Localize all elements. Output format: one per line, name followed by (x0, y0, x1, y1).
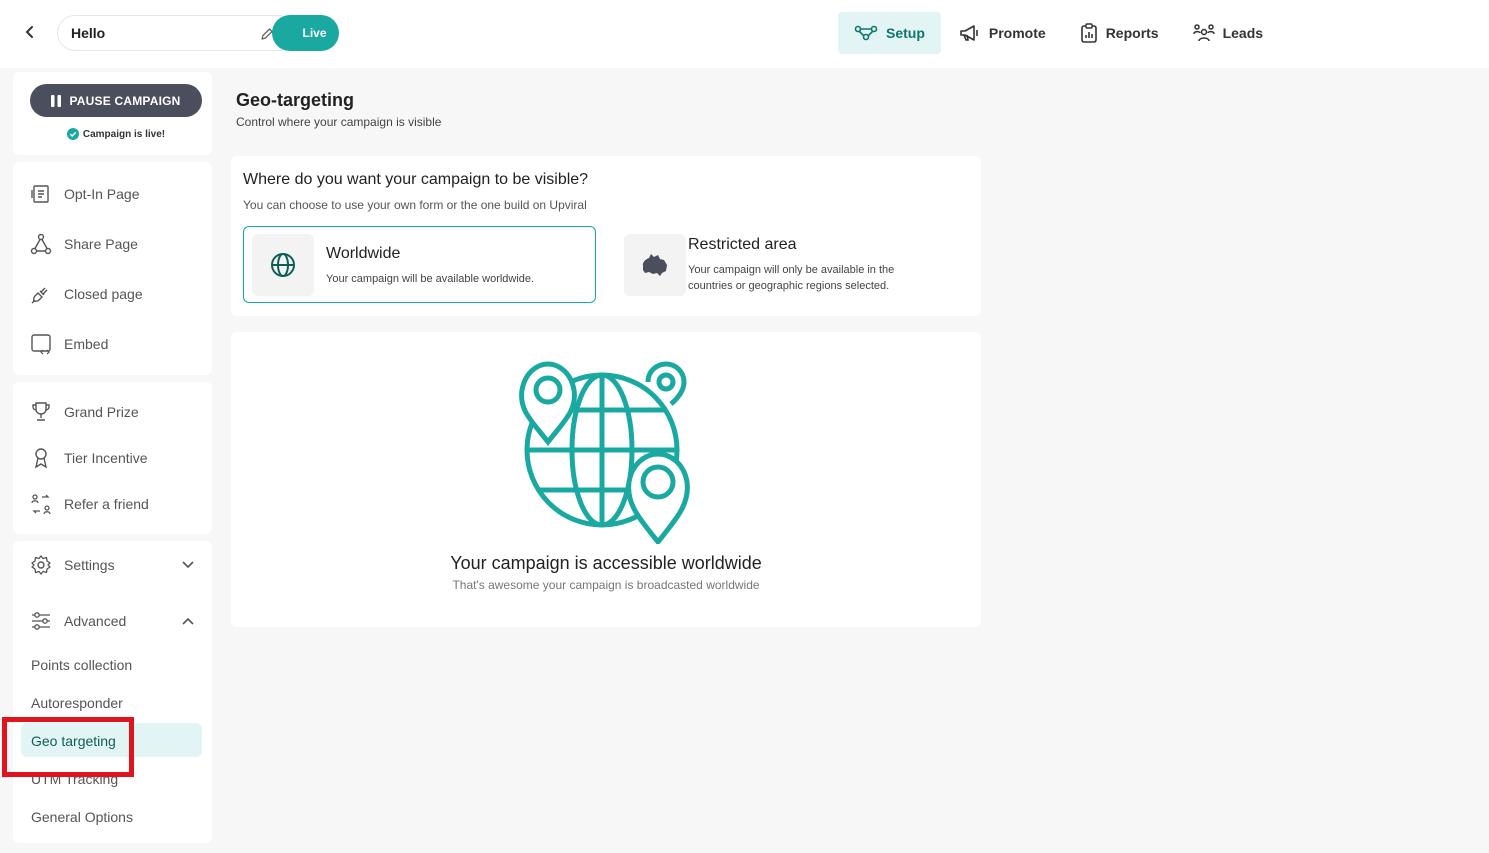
sidebar-item-closed-page[interactable]: Closed page (30, 280, 143, 308)
highlight-annotation (2, 717, 134, 777)
sidebar-item-label: Refer a friend (64, 496, 149, 512)
pause-icon (51, 94, 62, 107)
worldwide-info-sub: That's awesome your campaign is broadcas… (452, 578, 760, 592)
nav-leads[interactable]: Leads (1177, 12, 1279, 54)
sidebar-sub-autoresponder[interactable]: Autoresponder (31, 695, 123, 711)
gear-icon (31, 555, 51, 575)
medal-icon (34, 448, 48, 469)
nav-reports[interactable]: Reports (1064, 12, 1175, 54)
sidebar-item-advanced[interactable]: Advanced (30, 607, 194, 635)
refer-icon (31, 494, 51, 515)
option-restricted-title: Restricted area (688, 236, 797, 253)
nav-promote-label: Promote (988, 25, 1046, 41)
campaign-live-note: Campaign is live! (30, 128, 202, 140)
chevron-left-icon (25, 26, 33, 38)
plug-icon (31, 287, 48, 304)
top-bar: Hello Live Setup Promote Reports Leads (0, 0, 1489, 68)
sidebar-item-label: Grand Prize (64, 404, 139, 420)
nav-setup[interactable]: Setup (838, 12, 941, 54)
chevron-down-icon (182, 561, 194, 569)
nav-leads-label: Leads (1222, 25, 1264, 41)
visibility-question-sub: You can choose to use your own form or t… (243, 198, 587, 212)
globe-pins-illustration (519, 361, 690, 544)
visibility-question: Where do you want your campaign to be vi… (243, 171, 589, 188)
sidebar-sub-general-options[interactable]: General Options (31, 809, 133, 825)
option-worldwide-title: Worldwide (326, 245, 401, 262)
embed-icon (31, 334, 51, 355)
worldwide-icon-tile (252, 234, 314, 296)
share-icon (30, 233, 52, 255)
settings-card (13, 541, 212, 843)
sidebar-item-optin-page[interactable]: Opt-In Page (30, 180, 140, 208)
sidebar-item-label: Share Page (64, 236, 138, 252)
sidebar-item-label: Embed (64, 336, 109, 352)
live-status-toggle[interactable]: Live (272, 15, 339, 51)
sidebar-item-embed[interactable]: Embed (30, 330, 108, 358)
sidebar-item-settings[interactable]: Settings (30, 551, 194, 579)
nav-reports-label: Reports (1105, 25, 1159, 41)
trophy-icon (32, 402, 50, 421)
page-title: Geo-targeting (236, 90, 355, 110)
nav-setup-label: Setup (886, 25, 925, 41)
setup-icon (854, 25, 878, 41)
people-icon (1192, 24, 1215, 42)
megaphone-icon (960, 25, 978, 41)
sidebar-item-grand-prize[interactable]: Grand Prize (30, 398, 139, 426)
chevron-up-icon (182, 617, 194, 625)
sidebar-item-label: Settings (64, 557, 115, 573)
pause-campaign-label: PAUSE CAMPAIGN (69, 93, 181, 108)
worldwide-info-title: Your campaign is accessible worldwide (450, 553, 762, 573)
optin-page-icon (31, 185, 49, 203)
restricted-icon-tile (624, 234, 686, 296)
option-restricted-desc-line2: countries or geographic regions selected… (688, 280, 890, 292)
main-nav: Setup Promote Reports Leads (838, 12, 1281, 54)
region-map-icon (642, 254, 667, 276)
globe-icon (271, 253, 295, 277)
option-worldwide-desc: Your campaign will be available worldwid… (326, 273, 535, 285)
pause-campaign-button[interactable]: PAUSE CAMPAIGN (30, 84, 202, 117)
nav-promote[interactable]: Promote (943, 12, 1062, 54)
sidebar-sub-points-collection[interactable]: Points collection (31, 657, 132, 673)
check-circle-icon (66, 128, 79, 140)
sliders-icon (32, 612, 50, 630)
campaign-name-field[interactable]: Hello (57, 15, 282, 51)
sidebar-item-label: Advanced (64, 613, 127, 629)
option-restricted-desc-line1: Your campaign will only be available in … (688, 264, 895, 276)
clipboard-icon (1080, 23, 1097, 43)
edit-name-button[interactable] (254, 21, 280, 47)
sidebar-item-share-page[interactable]: Share Page (30, 230, 138, 258)
page-subtitle: Control where your campaign is visible (236, 115, 442, 129)
pencil-icon (261, 28, 273, 40)
sidebar-item-label: Opt-In Page (64, 186, 140, 202)
sidebar-item-refer-a-friend[interactable]: Refer a friend (30, 490, 149, 518)
sidebar-item-tier-incentive[interactable]: Tier Incentive (30, 444, 148, 472)
back-button[interactable] (18, 20, 42, 44)
campaign-live-text: Campaign is live! (82, 128, 166, 140)
sidebar-item-label: Tier Incentive (64, 450, 148, 466)
sidebar-item-label: Closed page (64, 286, 143, 302)
